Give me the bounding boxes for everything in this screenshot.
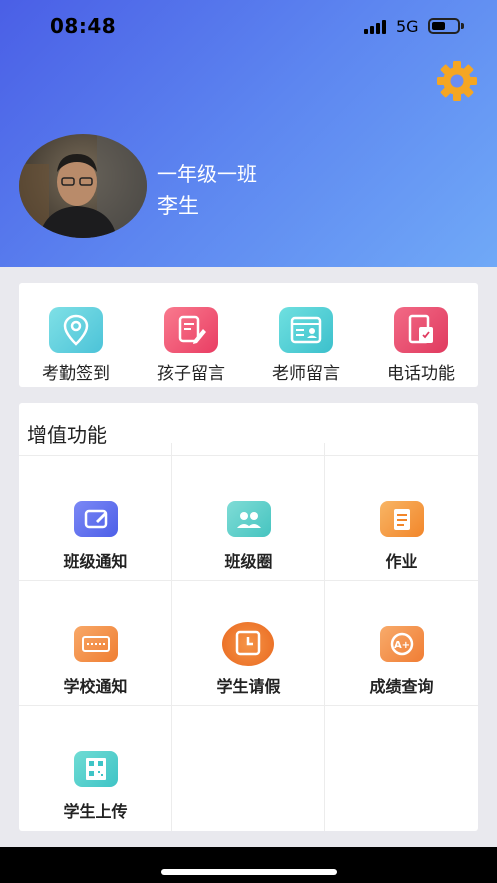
feature-homework[interactable]: 作业 (325, 481, 478, 606)
svg-text:A+: A+ (394, 640, 410, 651)
id-card-icon (279, 307, 333, 353)
quick-action-label: 电话功能 (387, 364, 455, 384)
quick-actions-card: 考勤签到 孩子留言 老师留言 电话功能 (19, 283, 478, 387)
home-indicator[interactable] (161, 869, 337, 875)
avatar[interactable] (19, 134, 147, 238)
feature-grade-query[interactable]: A+ 成绩查询 (325, 606, 478, 731)
feature-label: 成绩查询 (369, 677, 434, 696)
value-added-card: 增值功能 班级通知 班级圈 作业 学校通知 学生请假 A+ 成绩查询 学生上传 (19, 403, 478, 831)
location-pin-icon (49, 307, 103, 353)
class-name: 一年级一班 (157, 162, 257, 186)
school-notice-icon (74, 626, 118, 662)
feature-school-notice[interactable]: 学校通知 (19, 606, 172, 731)
profile-header: 08:48 5G 一年级一班 李生 (0, 0, 497, 267)
section-title: 增值功能 (27, 423, 107, 447)
user-name: 李生 (157, 194, 199, 218)
class-circle-icon (227, 501, 271, 537)
battery-icon (428, 18, 464, 34)
quick-action-label: 孩子留言 (157, 364, 225, 384)
bottom-bar (0, 847, 497, 883)
settings-gear-icon[interactable] (434, 58, 480, 104)
edit-note-icon (164, 307, 218, 353)
quick-action-teacher-message[interactable]: 老师留言 (249, 283, 363, 387)
feature-class-circle[interactable]: 班级圈 (172, 481, 325, 606)
feature-label: 学校通知 (63, 677, 128, 696)
network-type: 5G (396, 17, 419, 36)
feature-label: 作业 (385, 552, 418, 571)
homework-icon (380, 501, 424, 537)
feature-label: 学生请假 (216, 677, 281, 696)
avatar-photo (19, 134, 147, 238)
feature-class-notice[interactable]: 班级通知 (19, 481, 172, 606)
status-time: 08:48 (50, 14, 117, 38)
phone-book-icon (394, 307, 448, 353)
feature-student-upload[interactable]: 学生上传 (19, 731, 172, 856)
feature-label: 班级通知 (63, 552, 128, 571)
feature-label: 学生上传 (63, 802, 128, 821)
cellular-signal-icon (364, 20, 388, 34)
qr-upload-icon (74, 751, 118, 787)
feature-label: 班级圈 (224, 552, 273, 571)
quick-action-attendance[interactable]: 考勤签到 (19, 283, 133, 387)
status-bar: 08:48 5G (0, 0, 497, 54)
leave-clock-icon (222, 622, 274, 666)
quick-action-label: 考勤签到 (42, 364, 110, 384)
quick-action-label: 老师留言 (272, 364, 340, 384)
quick-action-phone[interactable]: 电话功能 (364, 283, 478, 387)
grid-divider (19, 455, 478, 456)
feature-student-leave[interactable]: 学生请假 (172, 606, 325, 731)
grade-query-icon: A+ (380, 626, 424, 662)
class-notice-icon (74, 501, 118, 537)
quick-action-child-message[interactable]: 孩子留言 (134, 283, 248, 387)
